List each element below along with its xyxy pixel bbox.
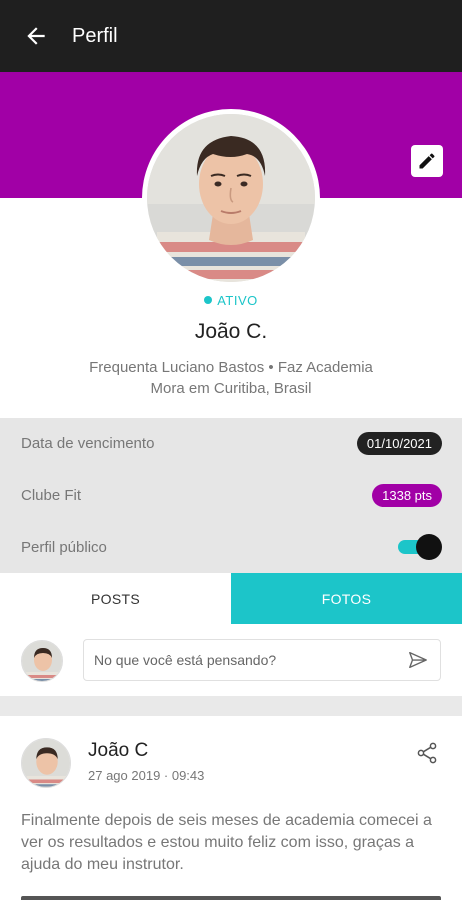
profile-meta: Frequenta Luciano Bastos • Faz Academia … [0, 357, 462, 399]
profile-name: João C. [194, 320, 268, 343]
send-button[interactable] [406, 648, 430, 672]
profile-info-section: Data de vencimento 01/10/2021 Clube Fit … [0, 418, 462, 573]
public-profile-toggle[interactable] [398, 534, 442, 560]
post-image[interactable] [21, 896, 441, 900]
post-body: Finalmente depois de seis meses de acade… [21, 812, 432, 873]
post-input-placeholder: No que você está pensando? [94, 652, 277, 668]
public-profile-row: Perfil público [0, 522, 462, 572]
status-badge: ATIVO [0, 293, 462, 308]
post-author-name[interactable]: João C [88, 740, 148, 762]
profile-photo [147, 114, 315, 282]
composer-avatar [21, 640, 63, 682]
status-dot [204, 296, 213, 304]
pencil-icon [419, 153, 435, 169]
avatar[interactable] [142, 109, 320, 287]
post-input[interactable]: No que você está pensando? [83, 639, 441, 681]
post-author-avatar[interactable] [21, 738, 71, 788]
post-card: João C 27 ago 2019 · 09:43 Finalmente de… [0, 716, 462, 900]
profile-tabs: POSTS FOTOS [0, 573, 462, 624]
app-bar: Perfil [0, 0, 462, 72]
share-button[interactable] [414, 740, 440, 766]
tab-photos[interactable]: FOTOS [231, 573, 462, 624]
public-profile-label: Perfil público [21, 538, 107, 556]
points-badge: 1338 pts [372, 483, 442, 507]
share-icon [417, 742, 437, 764]
profile-meta-gym: Frequenta Luciano Bastos • Faz Academia [89, 359, 373, 376]
club-label: Clube Fit [21, 486, 82, 504]
page-title: Perfil [72, 24, 118, 47]
toggle-knob [416, 534, 442, 560]
club-row[interactable]: Clube Fit 1338 pts [0, 470, 462, 520]
profile-meta-location: Mora em Curitiba, Brasil [150, 380, 312, 397]
expiry-label: Data de vencimento [21, 434, 155, 452]
expiry-row: Data de vencimento 01/10/2021 [0, 418, 462, 468]
edit-profile-button[interactable] [411, 145, 443, 177]
post-timestamp: 27 ago 2019 · 09:43 [88, 768, 205, 783]
send-icon [409, 651, 427, 669]
post-composer: No que você está pensando? [0, 624, 462, 696]
section-divider [0, 696, 462, 716]
arrow-left-icon [27, 27, 45, 45]
expiry-date-badge: 01/10/2021 [356, 431, 442, 455]
back-button[interactable] [12, 12, 60, 60]
tab-posts[interactable]: POSTS [0, 573, 231, 624]
